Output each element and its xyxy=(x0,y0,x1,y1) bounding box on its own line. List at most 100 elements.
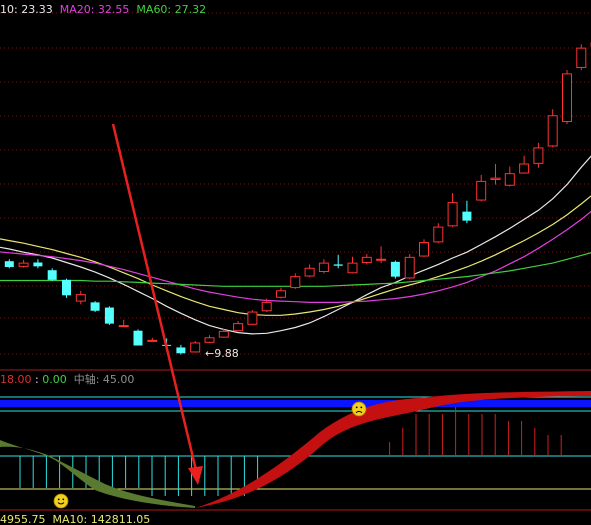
candle-body xyxy=(33,262,43,267)
candle xyxy=(75,290,86,305)
green-ribbon xyxy=(0,440,195,508)
candle xyxy=(290,273,301,289)
candle-body xyxy=(490,177,501,180)
candle xyxy=(376,246,387,264)
candle-body xyxy=(176,347,186,354)
candle-body xyxy=(118,325,129,328)
stock-chart: 10: 23.33 MA20: 32.55 MA60: 27.32 18.00 … xyxy=(0,0,591,525)
indicator-value-1: 18.00 xyxy=(0,373,32,386)
candle-body xyxy=(318,262,329,272)
candle-body xyxy=(190,342,201,353)
moving-average-lines xyxy=(0,155,591,335)
candle-body xyxy=(504,173,515,186)
candle-body xyxy=(133,330,143,346)
face-eye xyxy=(57,498,60,501)
candle-body xyxy=(90,302,100,311)
candle xyxy=(347,256,358,274)
blue-band xyxy=(0,400,591,407)
candle-body xyxy=(204,337,215,343)
candle xyxy=(547,109,558,148)
face-eye xyxy=(355,406,358,409)
candle-body xyxy=(404,256,415,279)
candle xyxy=(333,254,343,269)
indicator-panel xyxy=(0,391,591,508)
candle-body xyxy=(433,226,444,243)
candle-body xyxy=(290,276,301,289)
candle xyxy=(504,166,515,187)
candle xyxy=(519,155,530,174)
candle xyxy=(247,310,258,325)
candle-body xyxy=(261,301,272,312)
candle xyxy=(419,239,429,257)
candle-body xyxy=(304,267,315,277)
candle xyxy=(118,319,129,328)
legend-ma20: MA20: 32.55 xyxy=(59,3,130,16)
candle-body xyxy=(104,307,114,324)
low-price-value: 9.88 xyxy=(214,347,239,360)
chart-canvas xyxy=(0,12,591,511)
candle xyxy=(190,341,201,353)
candle-body xyxy=(47,270,57,280)
candle-body xyxy=(519,163,530,174)
candle xyxy=(4,259,14,269)
candle-body xyxy=(419,242,429,257)
candle-body xyxy=(333,264,343,266)
candle xyxy=(433,223,444,244)
candle-body xyxy=(533,147,544,164)
candle-body xyxy=(4,261,14,267)
candle-body xyxy=(447,202,458,227)
candle-body xyxy=(276,290,286,298)
legend-bottom: 4955.75 MA10: 142811.05 xyxy=(0,513,150,525)
candle-body xyxy=(218,330,229,338)
candle xyxy=(476,174,487,202)
legend-top: 10: 23.33 MA20: 32.55 MA60: 27.32 xyxy=(0,3,206,16)
face-circle xyxy=(53,493,69,509)
smiley-face-icon xyxy=(53,493,69,509)
candle xyxy=(33,259,43,269)
candle xyxy=(47,268,57,282)
candle-body xyxy=(547,115,558,147)
candle xyxy=(462,200,472,224)
ma-line-ma10 xyxy=(0,155,591,335)
candle-body xyxy=(562,73,572,123)
candle-body xyxy=(376,258,387,261)
candle xyxy=(233,321,244,332)
volume-ma10: MA10: 142811.05 xyxy=(52,513,151,525)
candle-body xyxy=(75,294,86,302)
arrow-head-icon xyxy=(188,466,203,485)
candle xyxy=(562,70,572,125)
legend-ma10: 10: 23.33 xyxy=(0,3,53,16)
candle xyxy=(133,329,143,346)
frowning-face-icon xyxy=(351,401,367,417)
legend-indicator: 18.00 : 0.00 中轴: 45.00 xyxy=(0,373,134,386)
candle xyxy=(490,164,501,185)
face-eye xyxy=(62,498,65,501)
candle xyxy=(62,278,71,298)
candle xyxy=(390,260,400,279)
indicator-value-2: 0.00 xyxy=(42,373,67,386)
annotation-overlay xyxy=(53,123,367,509)
volume-value: 4955.75 xyxy=(0,513,46,525)
candle-body xyxy=(462,211,472,221)
candle-body xyxy=(62,279,71,296)
candle xyxy=(404,254,415,280)
candle xyxy=(533,142,544,168)
candle-body xyxy=(390,261,400,277)
candle-body xyxy=(576,47,587,68)
candle xyxy=(304,264,315,278)
legend-ma60: MA60: 27.32 xyxy=(136,3,207,16)
candle-body xyxy=(361,256,372,263)
candle-body xyxy=(476,180,487,201)
red-ribbon xyxy=(195,391,591,508)
candle xyxy=(576,44,587,71)
candle xyxy=(104,306,114,325)
candle xyxy=(361,254,372,265)
candle-body xyxy=(233,323,244,332)
face-eye xyxy=(360,406,363,409)
candle xyxy=(276,287,286,299)
candle xyxy=(147,337,158,342)
ma-line-mid xyxy=(0,195,591,316)
candle xyxy=(18,259,29,268)
candle xyxy=(318,259,329,274)
indicator-sep: : xyxy=(31,373,43,386)
